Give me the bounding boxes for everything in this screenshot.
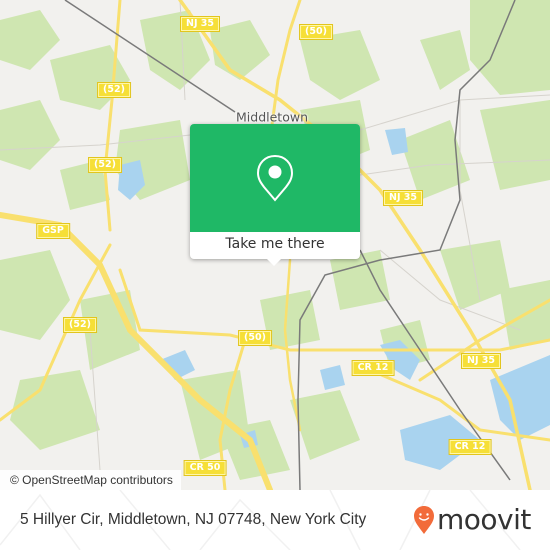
location-popup: Take me there: [190, 124, 360, 266]
route-shield: (50): [299, 24, 333, 40]
map-attribution[interactable]: © OpenStreetMap contributors: [0, 470, 181, 490]
moovit-pin-icon: [414, 506, 434, 534]
route-shield: (52): [88, 157, 122, 173]
footer-bar: 5 Hillyer Cir, Middletown, NJ 07748, New…: [0, 490, 550, 550]
map-pin-icon: [256, 154, 294, 202]
town-label-middletown: Middletown: [236, 109, 308, 125]
route-shield: GSP: [36, 223, 70, 239]
route-shield: (50): [238, 330, 272, 346]
route-shield: NJ 35: [179, 16, 221, 32]
route-shield: (52): [97, 82, 131, 98]
moovit-brand-text: moovit: [437, 503, 531, 536]
route-shield: NJ 35: [460, 353, 502, 369]
take-me-there-button[interactable]: Take me there: [190, 232, 360, 259]
route-shield: NJ 35: [382, 190, 424, 206]
moovit-logo[interactable]: moovit: [413, 502, 531, 538]
popup-header: [190, 124, 360, 232]
route-shield: (52): [63, 317, 97, 333]
address-text: 5 Hillyer Cir, Middletown, NJ 07748, New…: [20, 511, 367, 528]
route-shield: CR 12: [351, 360, 395, 376]
popup-pointer: [266, 258, 282, 266]
route-shield: CR 50: [183, 460, 227, 476]
route-shield: CR 12: [448, 439, 492, 455]
map-view[interactable]: Middletown NJ 35 (50) (52) (52) GSP NJ 3…: [0, 0, 550, 490]
